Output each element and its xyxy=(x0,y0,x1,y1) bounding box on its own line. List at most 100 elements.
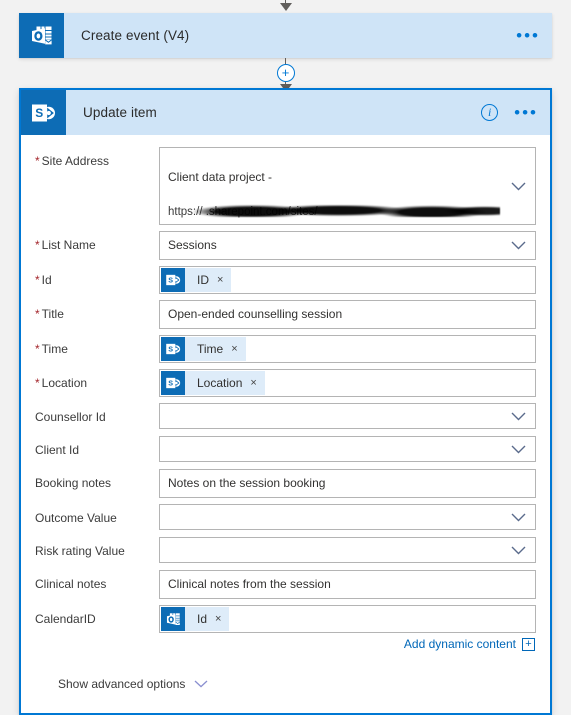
list-name-value: Sessions xyxy=(168,238,217,252)
sharepoint-icon: S xyxy=(161,371,185,395)
update-item-form: * Site Address Client data project - http… xyxy=(21,135,550,713)
dynamic-content-token[interactable]: S ID × xyxy=(161,268,232,292)
required-indicator: * xyxy=(35,342,40,356)
remove-token-icon[interactable]: × xyxy=(250,377,264,389)
chevron-down-icon[interactable] xyxy=(194,680,208,688)
dynamic-content-token[interactable]: Id × xyxy=(161,607,230,631)
token-label: Location xyxy=(197,376,243,390)
site-address-line1: Client data project - xyxy=(168,170,273,184)
field-label-calendar-id: CalendarID xyxy=(35,612,96,626)
sharepoint-icon: S xyxy=(21,90,66,135)
booking-notes-input[interactable]: Notes on the session booking xyxy=(159,469,536,498)
arrow-down-icon xyxy=(279,3,292,11)
label-text: Id xyxy=(41,273,52,287)
field-row-time: * Time S Time × xyxy=(35,335,536,363)
label-text: Site Address xyxy=(41,154,110,168)
update-item-header[interactable]: S Update item i ••• xyxy=(21,90,550,135)
add-dynamic-content-row: Add dynamic content + xyxy=(35,633,536,651)
chevron-down-icon[interactable] xyxy=(501,241,535,250)
field-row-clinical-notes: Clinical notes Clinical notes from the s… xyxy=(35,570,536,599)
svg-text:S: S xyxy=(168,344,173,353)
outcome-value-value xyxy=(160,512,501,522)
create-event-header[interactable]: Create event (V4) ••• xyxy=(19,13,552,58)
field-label-location: * Location xyxy=(35,369,159,390)
client-id-value xyxy=(160,444,501,454)
update-item-header-actions: i ••• xyxy=(481,90,538,135)
field-row-outcome-value: Outcome Value xyxy=(35,504,536,531)
update-item-title: Update item xyxy=(83,105,157,120)
outcome-value-dropdown[interactable] xyxy=(159,504,536,530)
token-label: Id xyxy=(197,612,208,626)
calendar-id-input[interactable]: Id × xyxy=(159,605,536,633)
action-card-create-event[interactable]: Create event (V4) ••• xyxy=(19,13,552,58)
site-address-value: Client data project - https:// .sharepoi… xyxy=(160,148,501,224)
clinical-notes-input[interactable]: Clinical notes from the session xyxy=(159,570,536,599)
field-row-id: * Id S ID × xyxy=(35,266,536,294)
chevron-down-icon[interactable] xyxy=(501,182,535,191)
field-label-site-address: * Site Address xyxy=(35,147,159,168)
update-item-overflow-menu-icon[interactable]: ••• xyxy=(514,104,538,121)
dynamic-content-token[interactable]: S Time × xyxy=(161,337,246,361)
field-label-risk-rating-value: Risk rating Value xyxy=(35,544,125,558)
label-text: Title xyxy=(41,307,64,321)
connector-between-steps: + xyxy=(0,58,571,92)
title-input[interactable]: Open-ended counselling session xyxy=(159,300,536,329)
client-id-dropdown[interactable] xyxy=(159,436,536,462)
field-label-clinical-notes: Clinical notes xyxy=(35,577,107,591)
label-text: Location xyxy=(41,376,88,390)
create-event-overflow-menu-icon[interactable]: ••• xyxy=(516,27,540,44)
add-dynamic-content-plus-icon[interactable]: + xyxy=(522,637,535,651)
risk-rating-value-dropdown[interactable] xyxy=(159,537,536,563)
label-text: List Name xyxy=(41,238,96,252)
show-advanced-options-row[interactable]: Show advanced options xyxy=(35,651,536,713)
field-label-client-id: Client Id xyxy=(35,443,80,457)
chevron-down-icon[interactable] xyxy=(501,412,535,421)
counsellor-id-dropdown[interactable] xyxy=(159,403,536,429)
required-indicator: * xyxy=(35,307,40,321)
chevron-down-icon[interactable] xyxy=(501,546,535,555)
field-label-list-name: * List Name xyxy=(35,231,159,252)
time-input[interactable]: S Time × xyxy=(159,335,536,363)
insert-new-step-button[interactable]: + xyxy=(276,64,295,82)
id-input[interactable]: S ID × xyxy=(159,266,536,294)
outlook-calendar-icon xyxy=(161,607,185,631)
site-address-line2-redacted: https:// .sharepoint.com/sites/ xyxy=(168,204,500,221)
remove-token-icon[interactable]: × xyxy=(215,613,229,625)
dynamic-content-token[interactable]: S Location × xyxy=(161,371,265,395)
site-address-dropdown[interactable]: Client data project - https:// .sharepoi… xyxy=(159,147,536,225)
field-row-counsellor-id: Counsellor Id xyxy=(35,403,536,430)
field-label-id: * Id xyxy=(35,266,159,287)
create-event-header-actions: ••• xyxy=(516,13,540,58)
list-name-dropdown[interactable]: Sessions xyxy=(159,231,536,260)
location-input[interactable]: S Location × xyxy=(159,369,536,397)
field-row-title: * Title Open-ended counselling session xyxy=(35,300,536,329)
action-card-update-item[interactable]: S Update item i ••• * Site Address Client… xyxy=(19,88,552,715)
clinical-notes-value: Clinical notes from the session xyxy=(168,577,331,591)
chevron-down-icon[interactable] xyxy=(501,445,535,454)
add-dynamic-content-link[interactable]: Add dynamic content xyxy=(404,637,516,651)
field-label-time: * Time xyxy=(35,335,159,356)
svg-text:S: S xyxy=(168,378,173,387)
title-value: Open-ended counselling session xyxy=(168,307,343,321)
booking-notes-value: Notes on the session booking xyxy=(168,476,326,490)
field-label-title: * Title xyxy=(35,300,159,321)
label-text: Time xyxy=(41,342,68,356)
required-indicator: * xyxy=(35,273,40,287)
svg-text:S: S xyxy=(168,275,173,284)
field-row-list-name: * List Name Sessions xyxy=(35,231,536,260)
field-row-booking-notes: Booking notes Notes on the session booki… xyxy=(35,469,536,498)
show-advanced-options-label[interactable]: Show advanced options xyxy=(58,677,185,691)
field-label-booking-notes: Booking notes xyxy=(35,476,112,490)
svg-text:S: S xyxy=(35,106,43,120)
info-icon[interactable]: i xyxy=(481,104,499,121)
field-label-outcome-value: Outcome Value xyxy=(35,511,117,525)
field-row-client-id: Client Id xyxy=(35,436,536,463)
remove-token-icon[interactable]: × xyxy=(217,274,231,286)
field-row-risk-rating-value: Risk rating Value xyxy=(35,537,536,564)
chevron-down-icon[interactable] xyxy=(501,513,535,522)
risk-rating-value-value xyxy=(160,545,501,555)
field-row-location: * Location S Location × xyxy=(35,369,536,397)
required-indicator: * xyxy=(35,154,40,168)
remove-token-icon[interactable]: × xyxy=(231,343,245,355)
token-label: Time xyxy=(197,342,224,356)
